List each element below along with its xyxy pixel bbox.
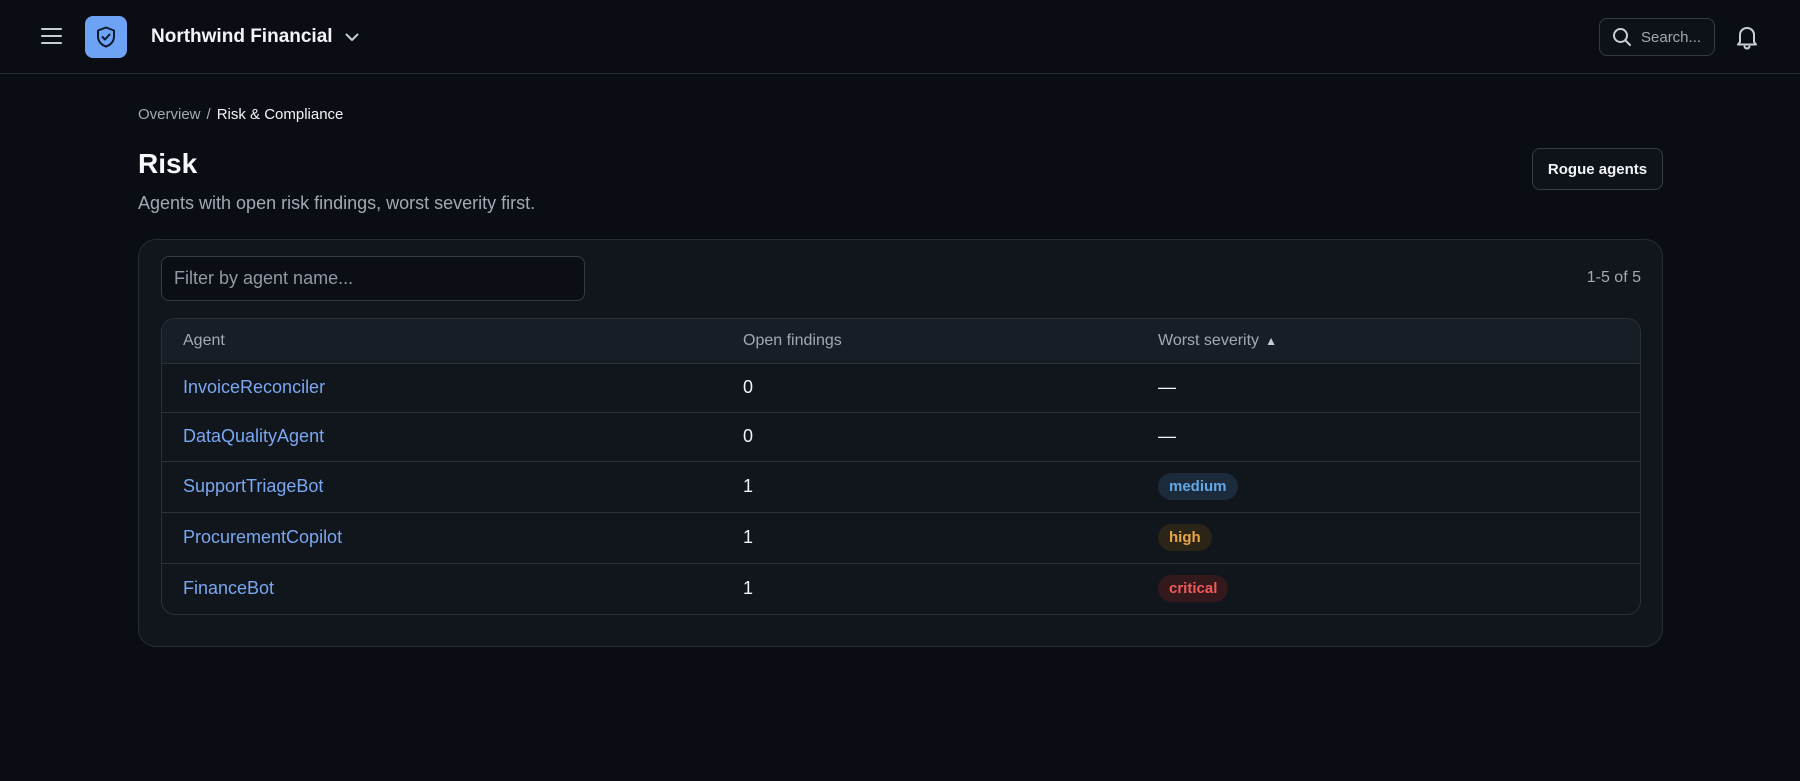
pagination-count: 1-5 of 5 bbox=[1586, 269, 1641, 286]
open-findings-cell: 1 bbox=[743, 578, 754, 599]
table-row: DataQualityAgent 0 — bbox=[162, 412, 1640, 461]
agent-link-invoicereconciler[interactable]: InvoiceReconciler bbox=[183, 377, 325, 397]
open-findings-cell: 1 bbox=[743, 527, 754, 547]
severity-badge-critical: critical bbox=[1158, 575, 1229, 603]
column-header-open-findings[interactable]: Open findings bbox=[743, 319, 1158, 363]
org-switcher[interactable]: Northwind Financial bbox=[151, 20, 359, 54]
agent-link-dataqualityagent[interactable]: DataQualityAgent bbox=[183, 426, 324, 446]
severity-badge-medium: medium bbox=[1158, 473, 1238, 500]
table-row: SupportTriageBot 1 medium bbox=[162, 461, 1640, 512]
global-search[interactable]: Search... bbox=[1599, 18, 1715, 56]
agent-link-financebot[interactable]: FinanceBot bbox=[183, 578, 274, 598]
hamburger-menu-button[interactable] bbox=[38, 22, 66, 50]
agent-link-procurementcopilot[interactable]: ProcurementCopilot bbox=[183, 527, 342, 547]
breadcrumb-current: Risk & Compliance bbox=[216, 106, 344, 123]
page-subtitle: Agents with open risk findings, worst se… bbox=[138, 193, 536, 213]
breadcrumb-separator: / bbox=[206, 106, 211, 123]
shield-check-icon bbox=[97, 26, 115, 48]
agent-filter-input[interactable] bbox=[161, 256, 585, 301]
column-header-agent[interactable]: Agent bbox=[162, 319, 743, 363]
bell-icon bbox=[1737, 27, 1757, 50]
breadcrumb: Overview / Risk & Compliance bbox=[138, 106, 343, 123]
severity-cell: — bbox=[1158, 377, 1176, 397]
notifications-button[interactable] bbox=[1734, 23, 1760, 51]
column-header-worst-severity[interactable]: Worst severity ▲ bbox=[1158, 319, 1640, 363]
agent-link-supporttriagebot[interactable]: SupportTriageBot bbox=[183, 476, 323, 496]
page-title: Risk bbox=[138, 148, 198, 179]
hamburger-icon bbox=[41, 28, 62, 44]
table-header-row: Agent Open findings Worst severity ▲ bbox=[162, 319, 1640, 363]
org-name: Northwind Financial bbox=[151, 26, 333, 47]
severity-cell: — bbox=[1158, 426, 1176, 446]
chevron-down-icon bbox=[345, 33, 359, 41]
breadcrumb-overview-link[interactable]: Overview bbox=[138, 106, 201, 123]
column-header-agent-label: Agent bbox=[183, 331, 225, 349]
column-header-worst-severity-label: Worst severity bbox=[1158, 331, 1260, 349]
table-row: FinanceBot 1 critical bbox=[162, 563, 1640, 614]
search-placeholder: Search... bbox=[1641, 28, 1702, 46]
risk-table: Agent Open findings Worst severity ▲ Invo… bbox=[161, 318, 1641, 615]
sort-ascending-icon: ▲ bbox=[1265, 333, 1277, 348]
rogue-agents-button[interactable]: Rogue agents bbox=[1532, 148, 1663, 190]
open-findings-cell: 0 bbox=[743, 377, 754, 397]
app-logo[interactable] bbox=[85, 16, 127, 58]
top-navigation-bar: Northwind Financial Search... bbox=[0, 0, 1800, 74]
table-row: ProcurementCopilot 1 high bbox=[162, 512, 1640, 563]
column-header-open-findings-label: Open findings bbox=[743, 331, 842, 349]
table-row: InvoiceReconciler 0 — bbox=[162, 363, 1640, 412]
open-findings-cell: 1 bbox=[743, 476, 754, 496]
risk-table-card: 1-5 of 5 Agent Open findings Worst sever… bbox=[138, 239, 1663, 647]
open-findings-cell: 0 bbox=[743, 426, 754, 446]
search-icon bbox=[1613, 28, 1631, 46]
severity-badge-high: high bbox=[1158, 524, 1212, 551]
